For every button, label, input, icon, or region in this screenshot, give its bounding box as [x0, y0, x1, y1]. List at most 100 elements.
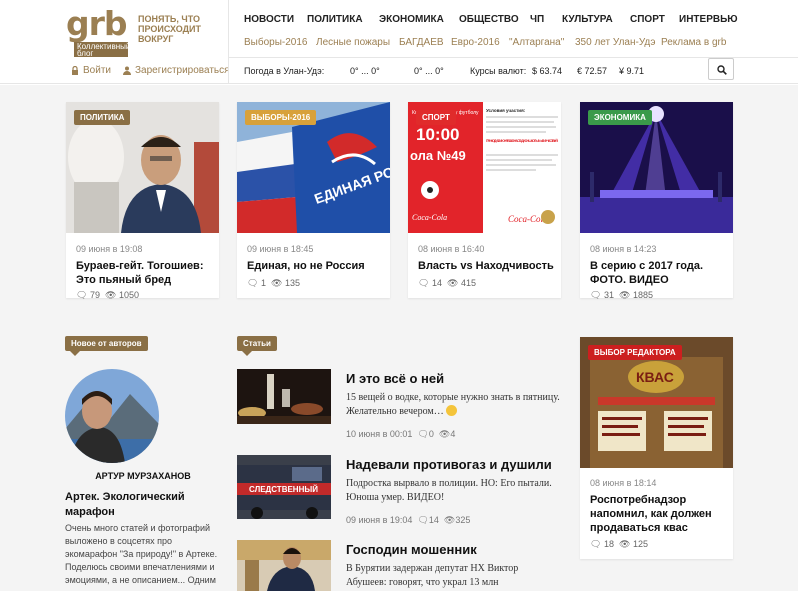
- subnav-ads[interactable]: Реклама в grb: [661, 37, 726, 48]
- weather-label: Погода в Улан-Удэ:: [244, 66, 325, 76]
- comment-icon: 🗨: [418, 278, 430, 288]
- comment-count: 14: [431, 278, 442, 288]
- comment-count: 1: [260, 278, 266, 288]
- category-tag[interactable]: ПОЛИТИКА: [74, 110, 131, 125]
- header-divider: [228, 0, 229, 84]
- lock-icon: [72, 66, 78, 75]
- editor-pick-date: 08 июня в 18:14: [590, 478, 657, 488]
- card-image: Ко Всероссийскому футболу 10:00 ола №49 …: [408, 102, 561, 233]
- comment-icon: 🗨: [417, 429, 429, 439]
- news-card[interactable]: Ко Всероссийскому футболу 10:00 ола №49 …: [408, 102, 561, 298]
- card-meta: 🗨 79 👁 1050: [76, 290, 139, 301]
- author-post-excerpt: Очень много статей и фотографий выложено…: [65, 523, 218, 591]
- section-label-arrow: [70, 351, 80, 356]
- news-card[interactable]: ЭКОНОМИКА 08 июня в 14:23 В серию с 2017…: [580, 102, 733, 301]
- login-link[interactable]: Войти: [71, 65, 111, 76]
- site-header: grb Коллективный блог Понять, что происх…: [0, 0, 798, 84]
- article-thumb[interactable]: [237, 369, 331, 424]
- nav-interview[interactable]: ИНТЕРВЬЮ: [679, 14, 738, 25]
- eye-icon: 👁: [618, 290, 631, 300]
- card-title[interactable]: Власть vs Находчивость: [418, 259, 558, 273]
- article-meta: 10 июня в 00:01 🗨0 👁4: [346, 429, 455, 440]
- subnav-bagdaev[interactable]: БАГДАЕВ: [399, 37, 444, 48]
- comment-count: 0: [428, 429, 434, 439]
- eye-icon: 👁: [270, 278, 283, 288]
- search-button[interactable]: [708, 58, 734, 80]
- editor-pick-meta: 🗨 18 👁 125: [590, 539, 648, 550]
- card-date: 08 июня в 14:23: [590, 244, 657, 254]
- article-title[interactable]: И это всё о ней: [346, 371, 444, 386]
- author-avatar[interactable]: [65, 369, 159, 463]
- subnav-altargana[interactable]: "Алтаргана": [509, 37, 564, 48]
- main-content: ПОЛИТИКА 09 июня в 19:08 Бураев-гейт. То…: [0, 85, 798, 591]
- eye-icon: 👁: [446, 278, 459, 288]
- poster-title: Условия участия:: [486, 108, 526, 113]
- section-label-arrow: [242, 351, 252, 356]
- category-tag[interactable]: СПОРТ: [416, 110, 456, 125]
- smile-icon: [446, 405, 458, 416]
- view-count: 1885: [632, 290, 653, 300]
- article-meta: 09 июня в 19:04 🗨14 👁325: [346, 515, 470, 526]
- card-image: ПОЛИТИКА: [66, 102, 219, 233]
- nav-society[interactable]: ОБЩЕСТВО: [459, 14, 519, 25]
- nav-economy[interactable]: ЭКОНОМИКА: [379, 14, 444, 25]
- comment-count: 31: [603, 290, 614, 300]
- van-label: СЛЕДСТВЕННЫЙ: [249, 485, 318, 494]
- author-name[interactable]: АРТУР МУРЗАХАНОВ: [65, 471, 221, 481]
- poster-time: 10:00: [416, 125, 459, 144]
- category-tag[interactable]: ЭКОНОМИКА: [588, 110, 652, 125]
- nav-news[interactable]: НОВОСТИ: [244, 14, 294, 25]
- article-date: 09 июня в 19:04: [346, 515, 413, 525]
- user-icon: [123, 66, 131, 75]
- subnav-350-years[interactable]: 350 лет Улан-Удэ: [575, 37, 655, 48]
- poster-small-text: ПРИХОДИ 12 ИЮНЯ В 10:00 НА СТАДИОН ШКОЛЫ…: [486, 139, 558, 143]
- subnav-fires[interactable]: Лесные пожары: [316, 37, 390, 48]
- subnav-euro[interactable]: Евро-2016: [451, 37, 500, 48]
- eye-icon: 👁: [104, 290, 117, 300]
- card-meta: 🗨 31 👁 1885: [590, 290, 653, 301]
- card-title[interactable]: Бураев-гейт. Тогошиев: Это пьяный бред: [76, 259, 216, 287]
- view-count: 135: [284, 278, 300, 288]
- section-label-articles[interactable]: Статьи: [237, 336, 277, 351]
- author-post-title[interactable]: Артек. Экологический марафон: [65, 490, 205, 520]
- nav-politics[interactable]: ПОЛИТИКА: [307, 14, 363, 25]
- article-thumb[interactable]: [237, 540, 331, 591]
- nav-sport[interactable]: СПОРТ: [630, 14, 665, 25]
- card-date: 09 июня в 19:08: [76, 244, 143, 254]
- nav-emergency[interactable]: ЧП: [530, 14, 544, 25]
- kvas-sign-text: КВАС: [636, 369, 674, 385]
- news-card[interactable]: ПОЛИТИКА 09 июня в 19:08 Бураев-гейт. То…: [66, 102, 219, 301]
- comment-count: 18: [603, 539, 614, 549]
- deputy-photo: [237, 540, 331, 591]
- search-icon: [717, 65, 727, 75]
- article-excerpt: 15 вещей о водке, которые нужно знать в …: [346, 391, 561, 419]
- logo[interactable]: grb: [66, 7, 128, 41]
- article-thumb[interactable]: СЛЕДСТВЕННЫЙ: [237, 455, 331, 519]
- weather-temp-2: 0° ... 0°: [414, 66, 444, 76]
- news-card[interactable]: ЕДИНАЯ РОССИЯ ВЫБОРЫ-2016 09 июня в 18:4…: [237, 102, 390, 298]
- article-excerpt: Подростка вырвало в полиции. НО: Его пыт…: [346, 478, 552, 503]
- editor-pick-card[interactable]: КВАС ВЫБОР РЕДАКТОРА 08 июня в 18:14 Рос…: [580, 337, 733, 559]
- section-label-authors[interactable]: Новое от авторов: [65, 336, 148, 351]
- card-image: ЭКОНОМИКА: [580, 102, 733, 233]
- comment-icon: 🗨: [76, 290, 88, 300]
- subnav-elections[interactable]: Выборы-2016: [244, 37, 307, 48]
- editor-pick-tag[interactable]: ВЫБОР РЕДАКТОРА: [588, 345, 682, 360]
- view-count: 415: [460, 278, 476, 288]
- eye-icon: 👁: [618, 539, 631, 549]
- logo-badge: Коллективный блог: [74, 42, 130, 58]
- weather-temp-1: 0° ... 0°: [350, 66, 380, 76]
- article-title[interactable]: Господин мошенник: [346, 542, 477, 557]
- card-title[interactable]: В серию с 2017 года. ФОТО. ВИДЕО: [590, 259, 730, 287]
- register-link[interactable]: Зарегистрироваться: [123, 65, 230, 76]
- card-meta: 🗨 14 👁 415: [418, 278, 476, 289]
- nav-culture[interactable]: КУЛЬТУРА: [562, 14, 613, 25]
- article-date: 10 июня в 00:01: [346, 429, 413, 439]
- register-label: Зарегистрироваться: [135, 65, 230, 76]
- card-title[interactable]: Единая, но не Россия: [247, 259, 387, 273]
- category-tag[interactable]: ВЫБОРЫ-2016: [245, 110, 317, 125]
- article-title[interactable]: Надевали противогаз и душили: [346, 457, 552, 472]
- editor-pick-title[interactable]: Роспотребнадзор напомнил, как должен про…: [590, 493, 730, 535]
- poster-school: ола №49: [410, 148, 466, 163]
- poster-brand-left: Coca-Cola: [412, 213, 447, 222]
